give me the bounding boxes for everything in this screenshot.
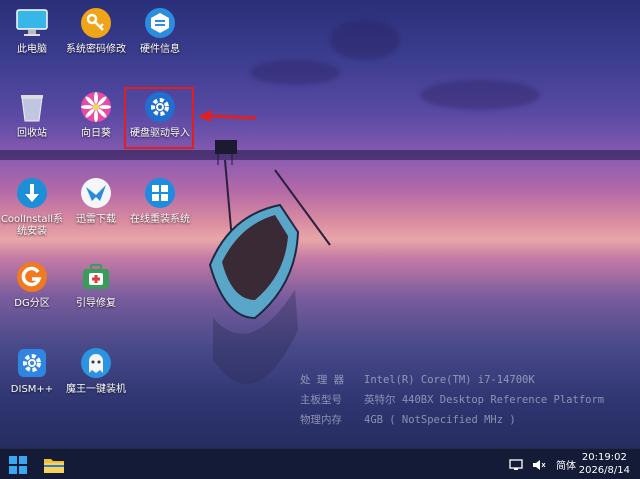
start-button[interactable] [6, 453, 30, 477]
sysinfo-key: 处 理 器 [300, 374, 345, 386]
volume-muted-icon[interactable] [530, 459, 548, 471]
bird-icon [79, 176, 113, 210]
sysinfo-row: 处 理 器 Intel(R) Core(TM) i7-14700K [300, 370, 630, 390]
monitor-icon [15, 6, 49, 40]
clock[interactable]: 20:19:02 2026/8/14 [579, 451, 630, 477]
desktop-icon-hardware-info[interactable]: 硬件信息 [128, 6, 192, 56]
desktop-icon-recycle-bin[interactable]: 回收站 [0, 90, 64, 140]
desktop-icon-label: 系统密码修改 [66, 44, 126, 55]
desktop-icon-label: 引导修复 [76, 298, 116, 309]
desktop-icon-label: 在线重装系统 [130, 214, 190, 225]
dg-logo-icon [15, 260, 49, 294]
desktop-icon-label: 迅雷下载 [76, 214, 116, 225]
sysinfo-row: 物理内存 4GB ( NotSpecified MHz ) [300, 410, 630, 430]
system-info-overlay: 处 理 器 Intel(R) Core(TM) i7-14700K 主板型号 英特尔… [300, 370, 630, 430]
desktop-icon-label: DG分区 [14, 298, 50, 309]
desktop-icon-online-reinstall[interactable]: 在线重装系统 [128, 176, 192, 226]
sysinfo-key: 物理内存 [300, 414, 342, 426]
sysinfo-value: 英特尔 440BX Desktop Reference Platform [364, 394, 605, 406]
desktop-icon-dism[interactable]: DISM++ [0, 346, 64, 396]
desktop-icon-ghost-installer[interactable]: 魔王一键装机 [64, 346, 128, 396]
gear-icon [15, 346, 49, 380]
desktop-icon-label: 回收站 [17, 128, 47, 139]
desktop-icon-boot-repair[interactable]: 引导修复 [64, 260, 128, 310]
clock-date: 2026/8/14 [578, 465, 630, 476]
system-tray: 简体 [508, 449, 576, 479]
recycle-bin-icon [15, 90, 49, 124]
highlight-box [124, 87, 194, 149]
medical-kit-icon [79, 260, 113, 294]
red-arrow-annotation [198, 110, 257, 122]
hardware-info-icon [143, 6, 177, 40]
desktop-icon-label: 硬件信息 [140, 44, 180, 55]
download-arrow-icon [15, 176, 49, 210]
file-explorer-button[interactable] [42, 453, 66, 477]
desktop-icon-dg[interactable]: DG分区 [0, 260, 64, 310]
desktop: 此电脑 系统密码修改 硬件信息 回收站 向日葵 硬盘驱动导入 CoolInsta… [0, 0, 640, 479]
taskbar: 简体 20:19:02 2026/8/14 [0, 448, 640, 479]
key-icon [79, 6, 113, 40]
windows-logo-icon [9, 456, 27, 474]
desktop-icon-label: 此电脑 [17, 44, 47, 55]
desktop-icon-label: 向日葵 [81, 128, 111, 139]
desktop-icon-label: 魔王一键装机 [66, 384, 126, 395]
sysinfo-value: Intel(R) Core(TM) i7-14700K [364, 374, 535, 386]
desktop-icon-password[interactable]: 系统密码修改 [64, 6, 128, 56]
ghost-icon [79, 346, 113, 380]
sysinfo-value: 4GB ( NotSpecified MHz ) [364, 414, 516, 426]
folder-icon [44, 459, 64, 473]
desktop-icon-sunflower[interactable]: 向日葵 [64, 90, 128, 140]
desktop-icon-coolinstall[interactable]: CoolInstall系统安装 [0, 176, 64, 238]
sysinfo-key: 主板型号 [300, 394, 342, 406]
clock-time: 20:19:02 [581, 452, 627, 463]
sunflower-icon [79, 90, 113, 124]
desktop-icon-this-pc[interactable]: 此电脑 [0, 6, 64, 56]
windows-icon [143, 176, 177, 210]
sysinfo-row: 主板型号 英特尔 440BX Desktop Reference Platform [300, 390, 630, 410]
ime-indicator[interactable]: 简体 [556, 457, 576, 472]
desktop-icon-label: CoolInstall系统安装 [0, 214, 64, 237]
desktop-icon-label: DISM++ [10, 384, 54, 395]
network-icon[interactable] [508, 458, 524, 471]
desktop-icon-xunlei[interactable]: 迅雷下载 [64, 176, 128, 226]
